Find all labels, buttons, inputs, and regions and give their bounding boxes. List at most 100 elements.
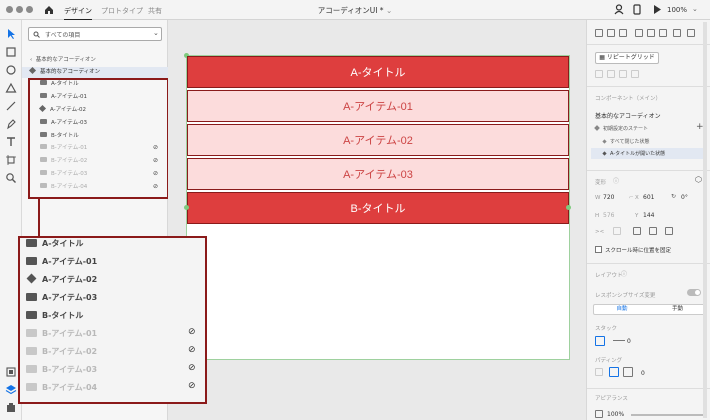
- width-value[interactable]: 720: [603, 194, 614, 201]
- stack-vertical-icon[interactable]: [595, 336, 605, 346]
- appearance-label: アピアランス: [595, 396, 628, 402]
- link-icon[interactable]: ⌐: [629, 195, 634, 201]
- pen-tool-icon[interactable]: [5, 118, 17, 130]
- document-title[interactable]: アコーディオンUI * ⌄: [290, 5, 420, 16]
- resize-mode-segment: 自動 手動: [593, 304, 705, 315]
- layer-component-row[interactable]: 基本的なアコーディオン: [22, 66, 168, 78]
- state-default-row[interactable]: 初期設定のステート: [594, 125, 648, 132]
- resize-handle-right[interactable]: [566, 205, 571, 210]
- line-tool-icon[interactable]: [5, 100, 17, 112]
- folder-icon: [26, 364, 37, 373]
- x-label: X: [635, 195, 639, 201]
- align-left-icon[interactable]: [635, 29, 643, 37]
- zoom-tool-icon[interactable]: [5, 172, 17, 184]
- filter-chevron-icon[interactable]: ⌄: [153, 29, 159, 37]
- component-icon: [26, 273, 37, 284]
- boolean-add-icon[interactable]: [595, 70, 603, 78]
- scrollbar[interactable]: [703, 22, 707, 418]
- breadcrumb[interactable]: ‹ 基本的なアコーディオン: [30, 55, 96, 63]
- highlight-box: [28, 78, 169, 199]
- back-chevron-icon[interactable]: ‹: [30, 57, 32, 63]
- plugins-icon[interactable]: [5, 402, 17, 414]
- hidden-eye-icon: ⊘: [188, 381, 196, 391]
- accordion-b-title[interactable]: B-タイトル: [187, 192, 569, 224]
- align-top-icon[interactable]: [595, 29, 603, 37]
- x-value[interactable]: 601: [643, 194, 654, 201]
- align-center-icon[interactable]: [647, 29, 655, 37]
- fit-both-icon[interactable]: [665, 227, 673, 235]
- zoom-chevron-icon[interactable]: ⌄: [692, 5, 698, 13]
- callout-item-b-item-01: B-アイテム-01: [26, 327, 97, 341]
- info-icon[interactable]: ⓘ: [621, 269, 627, 278]
- responsive-toggle[interactable]: [687, 289, 701, 296]
- opacity-value[interactable]: 100%: [607, 411, 624, 418]
- mobile-preview-icon[interactable]: [632, 4, 642, 15]
- tab-share[interactable]: 共有: [148, 6, 162, 16]
- boolean-exclude-icon[interactable]: [631, 70, 639, 78]
- responsive-label: レスポンシブサイズ変更: [595, 293, 656, 299]
- 3d-transform-icon[interactable]: ⬡: [695, 175, 702, 184]
- accordion-a-title[interactable]: A-タイトル: [187, 56, 569, 88]
- search-placeholder: すべての項目: [45, 32, 81, 39]
- transform-label: 変形: [595, 180, 607, 186]
- play-icon[interactable]: [652, 4, 662, 15]
- distribute-vertical-icon[interactable]: [687, 29, 695, 37]
- padding-checkbox[interactable]: [595, 368, 603, 376]
- resize-auto-option[interactable]: 自動: [594, 305, 650, 314]
- divider: [587, 86, 710, 87]
- accordion-a-item-02[interactable]: A-アイテム-02: [187, 124, 569, 156]
- user-icon[interactable]: [614, 4, 624, 15]
- opacity-slider[interactable]: [631, 414, 703, 416]
- text-tool-icon[interactable]: [5, 136, 17, 148]
- minimize-window-icon[interactable]: [16, 6, 23, 13]
- scroll-fix-checkbox[interactable]: [595, 246, 602, 253]
- rectangle-tool-icon[interactable]: [5, 46, 17, 58]
- tab-design[interactable]: デザイン: [64, 6, 92, 21]
- state-open-row[interactable]: A-タイトルが開いた状態: [591, 148, 707, 159]
- state-closed-row[interactable]: すべて閉じた状態: [602, 138, 649, 145]
- padding-individual-icon[interactable]: [623, 367, 633, 377]
- polygon-tool-icon[interactable]: [5, 82, 17, 94]
- y-value[interactable]: 144: [643, 212, 654, 219]
- scroll-fix-label: スクロール時に位置を固定: [605, 248, 672, 254]
- home-icon[interactable]: [44, 5, 54, 15]
- search-input[interactable]: すべての項目 ⌄: [28, 27, 162, 41]
- align-bottom-icon[interactable]: [619, 29, 627, 37]
- maximize-window-icon[interactable]: [26, 6, 33, 13]
- boolean-intersect-icon[interactable]: [619, 70, 627, 78]
- align-right-icon[interactable]: [659, 29, 667, 37]
- layers-icon[interactable]: [5, 384, 17, 396]
- folder-icon: [26, 238, 37, 247]
- padding-uniform-icon[interactable]: [609, 367, 619, 377]
- callout-item-a-title: A-タイトル: [26, 237, 84, 251]
- resize-manual-option[interactable]: 手動: [650, 305, 705, 314]
- stack-spacing-icon: [613, 340, 625, 341]
- accordion-a-item-03[interactable]: A-アイテム-03: [187, 158, 569, 190]
- fit-horizontal-icon[interactable]: [633, 227, 641, 235]
- state-icon: [602, 139, 607, 144]
- divider: [587, 263, 710, 264]
- ellipse-tool-icon[interactable]: [5, 64, 17, 76]
- info-icon[interactable]: ⓘ: [613, 176, 619, 185]
- artboard-tool-icon[interactable]: [5, 154, 17, 166]
- boolean-subtract-icon[interactable]: [607, 70, 615, 78]
- rotation-value[interactable]: 0°: [681, 194, 688, 201]
- stack-spacing-value[interactable]: 0: [627, 338, 631, 345]
- folder-icon: [26, 346, 37, 355]
- resize-handle-left[interactable]: [184, 205, 189, 210]
- close-window-icon[interactable]: [6, 6, 13, 13]
- height-value[interactable]: 576: [603, 212, 614, 219]
- fit-vertical-icon[interactable]: [649, 227, 657, 235]
- assets-icon[interactable]: [5, 366, 17, 378]
- tab-prototype[interactable]: プロトタイプ: [101, 6, 143, 16]
- distribute-horizontal-icon[interactable]: [673, 29, 681, 37]
- repeat-grid-button[interactable]: ▦ リピートグリッド: [595, 52, 659, 64]
- select-tool-icon[interactable]: [5, 28, 17, 40]
- align-middle-icon[interactable]: [607, 29, 615, 37]
- accordion-a-item-01[interactable]: A-アイテム-01: [187, 90, 569, 122]
- zoom-level[interactable]: 100%: [667, 6, 687, 14]
- flip-horizontal-icon[interactable]: [613, 227, 621, 235]
- zoom-callout: A-タイトル A-アイテム-01 A-アイテム-02 A-アイテム-03 B-タ…: [18, 236, 207, 404]
- component-icon: [594, 125, 600, 131]
- padding-value[interactable]: 0: [641, 370, 645, 377]
